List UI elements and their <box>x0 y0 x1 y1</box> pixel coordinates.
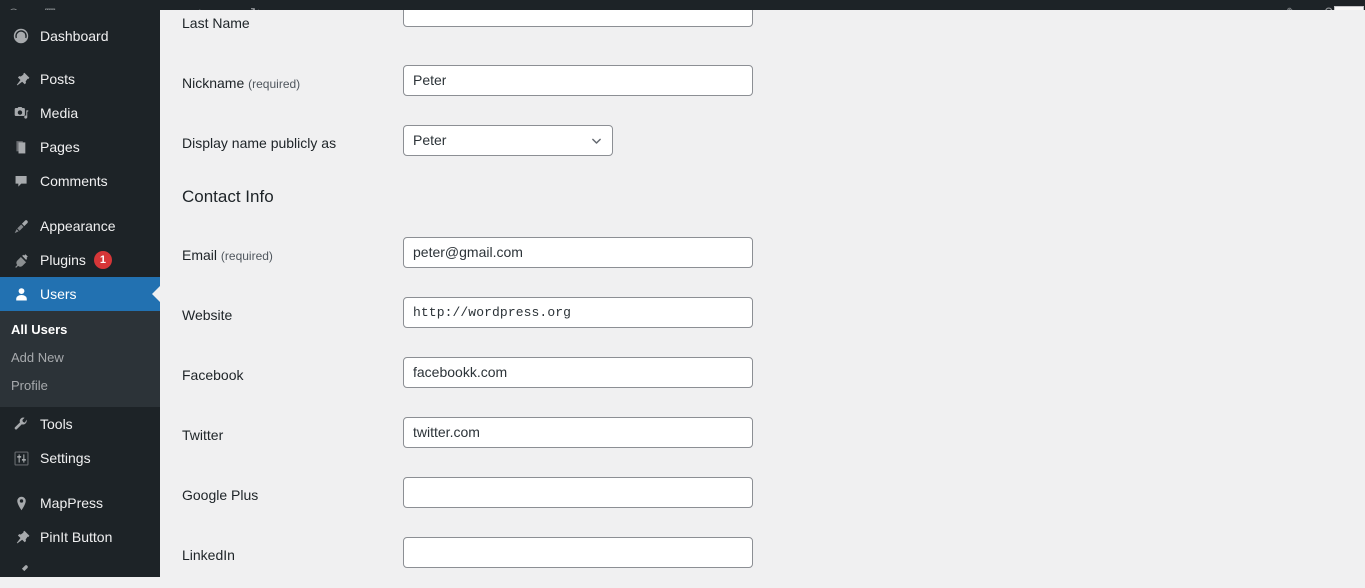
sidebar-item-partial[interactable] <box>0 554 160 588</box>
wordpress-logo-icon[interactable]: ◉ <box>8 6 19 10</box>
sidebar-separator <box>0 53 160 62</box>
sidebar-item-dashboard[interactable]: Dashboard <box>0 19 160 53</box>
plugins-update-badge: 1 <box>93 251 112 269</box>
sidebar-separator <box>0 198 160 209</box>
sidebar-item-pinit-button[interactable]: PinIt Button <box>0 520 160 554</box>
users-submenu: All Users Add New Profile <box>0 311 160 407</box>
pages-icon <box>11 137 31 157</box>
field-label-text: Website <box>182 307 233 323</box>
sidebar-item-tools[interactable]: Tools <box>0 407 160 441</box>
sidebar-item-label: Tools <box>40 416 73 432</box>
media-icon <box>11 103 31 123</box>
chevron-down-icon <box>590 134 603 147</box>
paintbrush-icon <box>11 216 31 236</box>
last-name-input[interactable] <box>403 10 753 27</box>
map-pin-icon <box>11 493 31 513</box>
field-label: Last Name <box>182 13 250 33</box>
field-label: Google Plus <box>182 485 258 505</box>
field-label: Website <box>182 305 232 325</box>
sidebar-item-posts[interactable]: Posts <box>0 62 160 96</box>
comment-icon <box>11 171 31 191</box>
submenu-item-profile[interactable]: Profile <box>0 372 160 400</box>
sidebar-item-label: Plugins <box>40 252 86 268</box>
nickname-input[interactable]: Peter <box>403 65 753 96</box>
field-label: Twitter <box>182 425 223 445</box>
new-content-icon[interactable]: + <box>196 6 204 10</box>
sidebar-item-appearance[interactable]: Appearance <box>0 209 160 243</box>
sidebar-item-label: Pages <box>40 139 80 155</box>
field-label-text: Twitter <box>182 427 224 443</box>
field-label: Email (required) <box>182 245 273 266</box>
field-required-note: (required) <box>248 77 301 91</box>
sidebar-item-plugins[interactable]: Plugins 1 <box>0 243 160 277</box>
field-label-text: Google Plus <box>182 487 259 503</box>
sidebar-item-label: PinIt Button <box>40 529 113 545</box>
field-label: Facebook <box>182 365 243 385</box>
submenu-item-all-users[interactable]: All Users <box>0 316 160 344</box>
howdy-icon[interactable]: ✎ <box>1286 6 1297 10</box>
wrench-icon <box>11 414 31 434</box>
pin-icon <box>11 69 31 89</box>
section-heading-contact-info: Contact Info <box>182 187 274 206</box>
sidebar-item-label: MapPress <box>40 495 104 511</box>
sidebar-item-users[interactable]: Users <box>0 277 160 311</box>
field-label-text: Nickname <box>182 75 245 91</box>
sliders-icon <box>11 448 31 468</box>
website-input[interactable]: http://wordpress.org <box>403 297 753 328</box>
linkedin-input[interactable] <box>403 537 753 568</box>
sidebar-item-label: Posts <box>40 71 76 87</box>
sidebar-item-label: Appearance <box>40 218 116 234</box>
admin-bar: ◉ ▦ ○ + ↻ ✎ ⚲ <box>0 0 1365 10</box>
field-label-text: Email <box>182 247 218 263</box>
user-icon <box>11 284 31 304</box>
sidebar-item-label: Users <box>40 286 77 302</box>
dashboard-icon <box>11 26 31 46</box>
field-value: facebookk.com <box>413 364 508 380</box>
display-name-select[interactable]: Peter <box>403 125 613 156</box>
email-input[interactable]: peter@gmail.com <box>403 237 753 268</box>
plug-icon <box>11 250 31 270</box>
field-label: LinkedIn <box>182 545 235 565</box>
field-required-note: (required) <box>220 249 273 263</box>
partial-icon <box>11 561 31 581</box>
sidebar-item-label: Media <box>40 105 79 121</box>
sidebar-separator <box>0 475 160 486</box>
twitter-input[interactable]: twitter.com <box>403 417 753 448</box>
sidebar-item-mappress[interactable]: MapPress <box>0 486 160 520</box>
sidebar-item-label: Dashboard <box>40 28 109 44</box>
facebook-input[interactable]: facebookk.com <box>403 357 753 388</box>
field-label: Display name publicly as <box>182 133 336 153</box>
field-value: http://wordpress.org <box>413 305 572 320</box>
comments-bubble-icon[interactable]: ○ <box>140 6 148 10</box>
submenu-item-add-new[interactable]: Add New <box>0 344 160 372</box>
sidebar-item-pages[interactable]: Pages <box>0 130 160 164</box>
avatar[interactable] <box>1334 6 1364 10</box>
site-name-icon[interactable]: ▦ <box>44 6 56 10</box>
field-label: Nickname (required) <box>182 73 300 94</box>
google-plus-input[interactable] <box>403 477 753 508</box>
sidebar-item-comments[interactable]: Comments <box>0 164 160 198</box>
sidebar-item-settings[interactable]: Settings <box>0 441 160 475</box>
pin-icon <box>11 527 31 547</box>
admin-sidebar: Dashboard Posts Media Pages Comments App… <box>0 0 160 577</box>
field-label-text: Display name publicly as <box>182 135 337 151</box>
field-label-text: Facebook <box>182 367 244 383</box>
search-icon[interactable]: ⚲ <box>1324 6 1334 10</box>
sidebar-item-label: Settings <box>40 450 91 466</box>
sidebar-item-media[interactable]: Media <box>0 96 160 130</box>
field-value: twitter.com <box>413 424 480 440</box>
sidebar-item-label: Comments <box>40 173 108 189</box>
updates-icon[interactable]: ↻ <box>250 6 261 10</box>
select-value: Peter <box>413 132 447 148</box>
field-value: Peter <box>413 72 447 88</box>
profile-form: Last Name Nickname (required) Peter Disp… <box>160 10 1365 577</box>
field-label-text: Last Name <box>182 15 250 31</box>
field-value: peter@gmail.com <box>413 244 523 260</box>
field-label-text: LinkedIn <box>182 547 235 563</box>
